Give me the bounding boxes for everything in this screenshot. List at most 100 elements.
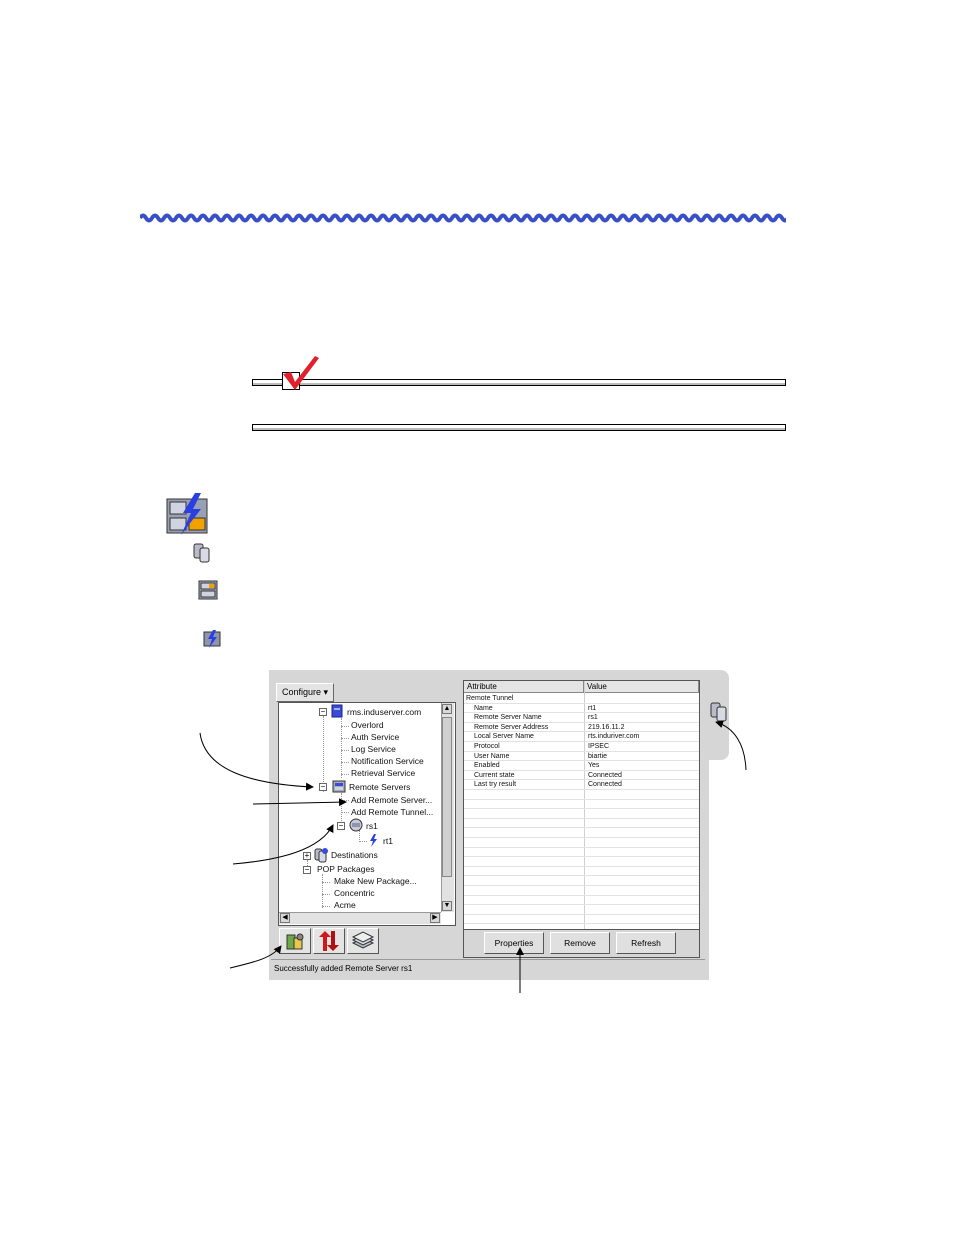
grid-attribute-cell: Current state — [474, 771, 515, 779]
table-row[interactable] — [464, 838, 699, 848]
tree-item-concentric[interactable]: Concentric — [334, 888, 375, 899]
tree-line — [341, 750, 349, 751]
grid-value-cell: Connected — [588, 781, 622, 789]
destinations-side-icon[interactable] — [709, 701, 729, 723]
scroll-up-icon[interactable]: ▲ — [442, 704, 452, 714]
grid-attribute-cell: Last try result — [474, 781, 517, 789]
status-bar: Successfully added Remote Server rs1 — [271, 959, 705, 976]
remote-servers-node-icon — [332, 780, 346, 793]
scroll-left-icon[interactable]: ◀ — [280, 913, 290, 923]
tree-item-rt1[interactable]: rt1 — [383, 836, 393, 847]
tab-traffic[interactable] — [313, 928, 345, 954]
tree-line — [341, 793, 342, 823]
tree-item-acme[interactable]: Acme — [334, 900, 356, 911]
grid-attribute-cell: Name — [474, 704, 493, 712]
grid-attribute-cell: Enabled — [474, 762, 500, 770]
grid-attribute-cell: Local Server Name — [474, 733, 534, 741]
grid-attribute-cell: Protocol — [474, 743, 500, 750]
traffic-arrows-icon — [319, 931, 339, 951]
table-row[interactable] — [464, 857, 699, 867]
grid-attribute-cell: User Name — [474, 752, 510, 760]
table-row[interactable]: Remote Tunnel — [464, 694, 699, 704]
tree-item-add-remote-tunnel[interactable]: Add Remote Tunnel... — [351, 807, 433, 818]
table-row[interactable]: Local Server Name rts.induriver.com — [464, 732, 699, 742]
tree-item-rs1[interactable]: rs1 — [366, 821, 378, 832]
remote-tunnel-small-icon — [203, 630, 221, 648]
tree-horizontal-scrollbar[interactable] — [279, 912, 441, 924]
configure-menu-button[interactable]: Configure ▾ — [276, 683, 334, 702]
note-bottom-bar — [252, 424, 786, 431]
scroll-right-icon[interactable]: ▶ — [430, 913, 440, 923]
tree-line — [323, 716, 324, 792]
tree-expander-destinations[interactable]: + — [303, 852, 311, 860]
remove-button[interactable]: Remove — [550, 932, 610, 954]
table-row[interactable] — [464, 867, 699, 877]
tree-item-notification-service[interactable]: Notification Service — [351, 756, 424, 767]
table-row[interactable] — [464, 828, 699, 838]
tree-line — [341, 762, 349, 763]
tree-line — [341, 738, 349, 739]
tree-item-pop-packages[interactable]: POP Packages — [317, 864, 375, 875]
tree-item-add-remote-server[interactable]: Add Remote Server... — [351, 795, 432, 806]
tree-item-destinations[interactable]: Destinations — [331, 850, 378, 861]
table-row[interactable] — [464, 876, 699, 886]
header-wave-rule — [140, 213, 786, 223]
table-row[interactable] — [464, 905, 699, 915]
tree-scroll-thumb[interactable] — [442, 717, 452, 877]
scroll-down-icon[interactable]: ▼ — [442, 901, 452, 911]
tree-expander-pop-packages[interactable]: − — [303, 866, 311, 874]
tree-expander-server[interactable]: − — [319, 708, 327, 716]
table-row[interactable] — [464, 809, 699, 819]
properties-button[interactable]: Properties — [484, 932, 544, 954]
table-row[interactable]: Protocol IPSEC — [464, 742, 699, 752]
table-row[interactable]: Enabled Yes — [464, 761, 699, 771]
table-row[interactable]: User Name biartie — [464, 752, 699, 762]
tree-item-auth-service[interactable]: Auth Service — [351, 732, 399, 743]
table-row[interactable]: Remote Server Address 219.16.11.2 — [464, 723, 699, 733]
table-row[interactable] — [464, 819, 699, 829]
tab-logs[interactable] — [347, 928, 379, 954]
table-row[interactable] — [464, 896, 699, 906]
tree-expander-remote-servers[interactable]: − — [319, 783, 327, 791]
tree-item-log-service[interactable]: Log Service — [351, 744, 396, 755]
grid-value-cell: 219.16.11.2 — [588, 723, 625, 731]
note-top-bar — [252, 379, 786, 386]
table-row[interactable] — [464, 886, 699, 896]
server-node-icon — [331, 704, 343, 718]
table-row[interactable]: Last try result Connected — [464, 780, 699, 790]
table-row[interactable]: Name rt1 — [464, 704, 699, 714]
tree-line — [341, 726, 349, 727]
tab-configuration[interactable] — [279, 928, 311, 954]
grid-attribute-cell: Remote Server Name — [474, 714, 542, 722]
table-row[interactable]: Current state Connected — [464, 771, 699, 781]
checkmark-icon — [283, 356, 319, 390]
refresh-button[interactable]: Refresh — [616, 932, 676, 954]
tree-item-retrieval-service[interactable]: Retrieval Service — [351, 768, 415, 779]
tree-line — [341, 800, 349, 801]
tree-line — [322, 874, 323, 908]
tree-expander-rs1[interactable]: − — [337, 822, 345, 830]
tree-item-remote-servers[interactable]: Remote Servers — [349, 782, 410, 793]
grid-value-cell: rts.induriver.com — [588, 733, 640, 741]
grid-value-cell: Connected — [588, 771, 622, 779]
table-row[interactable] — [464, 848, 699, 858]
tree-item-server[interactable]: rms.induserver.com — [347, 707, 421, 718]
table-row[interactable]: Remote Server Name rs1 — [464, 713, 699, 723]
table-row[interactable] — [464, 790, 699, 800]
tree-line — [341, 774, 349, 775]
grid-value-cell: biartie — [588, 752, 608, 760]
column-header-attribute[interactable]: Attribute — [464, 681, 584, 693]
remote-tunnel-large-icon — [166, 493, 208, 535]
logs-stack-icon — [351, 931, 375, 949]
rs1-node-icon — [349, 818, 363, 832]
table-row[interactable] — [464, 800, 699, 810]
tree-line — [322, 882, 330, 883]
table-row[interactable] — [464, 915, 699, 925]
grid-value-cell: rt1 — [588, 704, 597, 712]
column-header-value[interactable]: Value — [584, 681, 699, 693]
tree-item-overlord[interactable]: Overlord — [351, 720, 384, 731]
grid-section-label: Remote Tunnel — [466, 695, 514, 702]
tree-item-make-new-package[interactable]: Make New Package... — [334, 876, 417, 887]
tree-line — [341, 812, 349, 813]
rt1-lightning-icon — [370, 834, 377, 847]
